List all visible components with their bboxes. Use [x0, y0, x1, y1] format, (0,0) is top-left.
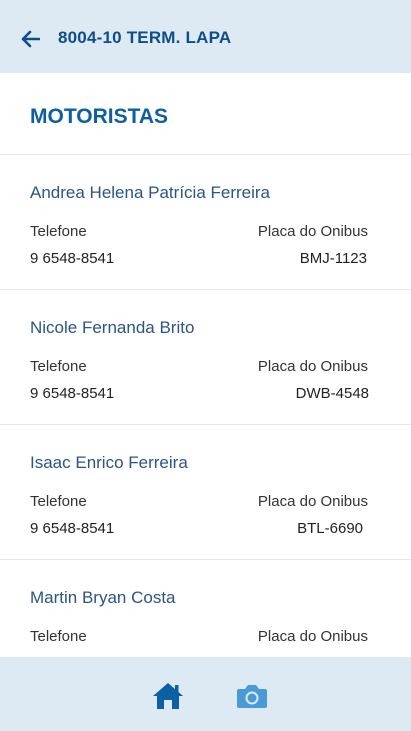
bottom-navigation-bar	[0, 657, 411, 731]
arrow-left-icon	[21, 30, 40, 48]
plate-value: BMJ-1123	[299, 250, 367, 267]
app-screen: 8004-10 TERM. LAPA MOTORISTAS Andrea Hel…	[0, 0, 411, 731]
drivers-list-container[interactable]: MOTORISTAS Andrea Helena Patrícia Ferrei…	[0, 73, 411, 657]
plate-value: BTL-6690	[297, 520, 363, 537]
page-title: 8004-10 TERM. LAPA	[58, 28, 232, 47]
home-icon	[153, 683, 183, 709]
driver-name: Nicole Fernanda Brito	[30, 318, 195, 337]
driver-name: Andrea Helena Patrícia Ferreira	[30, 183, 271, 202]
plate-label: Placa do Onibus	[257, 493, 368, 510]
phone-label: Telefone	[30, 493, 87, 510]
driver-card[interactable]: Andrea Helena Patrícia Ferreira Telefone…	[0, 155, 411, 290]
phone-value: 9 6548-8541	[30, 520, 115, 537]
plate-label: Placa do Onibus	[257, 628, 368, 645]
plate-value: DWB-4548	[295, 385, 369, 402]
driver-card[interactable]: Nicole Fernanda Brito Telefone Placa do …	[0, 290, 411, 425]
home-nav-button[interactable]	[151, 681, 185, 711]
plate-label: Placa do Onibus	[257, 358, 368, 375]
back-button[interactable]	[18, 27, 42, 51]
phone-label: Telefone	[30, 628, 87, 645]
phone-value: 9 6548-8541	[30, 250, 115, 267]
driver-name: Isaac Enrico Ferreira	[30, 453, 188, 472]
camera-nav-button[interactable]	[236, 682, 268, 710]
phone-value: 9 6548-8541	[30, 385, 115, 402]
phone-label: Telefone	[30, 223, 87, 240]
top-app-bar: 8004-10 TERM. LAPA	[0, 0, 411, 73]
camera-icon	[237, 685, 267, 708]
section-title: MOTORISTAS	[0, 73, 411, 155]
driver-card[interactable]: Isaac Enrico Ferreira Telefone Placa do …	[0, 425, 411, 560]
driver-card[interactable]: Martin Bryan Costa Telefone Placa do Oni…	[0, 560, 411, 657]
driver-name: Martin Bryan Costa	[30, 588, 176, 607]
plate-label: Placa do Onibus	[257, 223, 368, 240]
phone-label: Telefone	[30, 358, 87, 375]
